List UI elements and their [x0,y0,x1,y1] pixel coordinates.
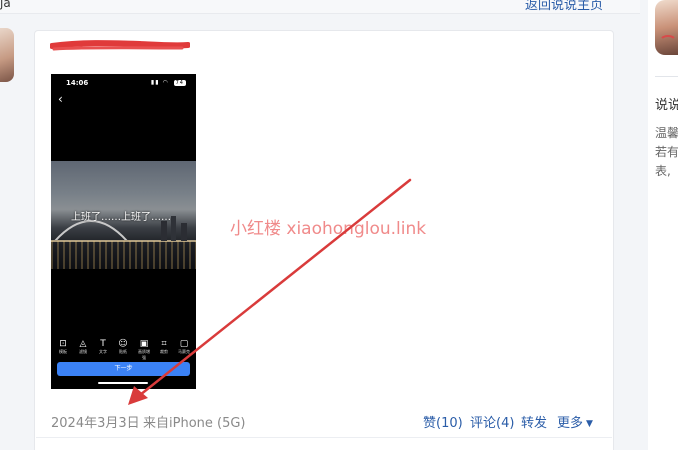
wifi-icon: ◠ [162,79,169,86]
top-left-text: ĵa [0,0,11,10]
caret-down-icon: ▼ [586,419,593,429]
sidebar-divider [655,76,678,77]
text-icon: T [100,339,106,349]
tool-label: 滤镜 [79,349,87,354]
text-tool[interactable]: T 文字 [96,339,110,355]
template-icon: ⊡ [59,339,67,349]
sidebar-notice-line: 若有 [655,145,678,159]
sidebar-panel [648,0,678,450]
tool-label: 马赛克 [178,349,190,354]
chevron-left-icon[interactable]: ‹ [58,92,63,106]
watermark: 小红楼 xiaohonglou.link [230,219,427,239]
enhance-tool[interactable]: ▣ 画质增强 [137,339,151,361]
comment-button[interactable]: 评论(4) [470,412,514,431]
back-to-feed-link[interactable]: 返回说说主页 [525,0,603,13]
sidebar-notice-line: 表, [655,164,671,178]
crop-icon: ⌗ [161,339,167,349]
top-bar: ĵa 返回说说主页 [0,0,640,14]
tool-label: 贴纸 [119,349,127,354]
sidebar-title: 说说 [655,98,678,113]
photo-caption: 上班了……上班了…… [71,212,171,223]
filter-icon: ◬ [79,339,87,349]
city-lights [51,241,196,269]
filter-tool[interactable]: ◬ 滤镜 [76,339,90,355]
sidebar-notice-line: 温馨 [655,126,678,140]
post-image[interactable]: 14:06 ▮▮ ◠ 74 ‹ 上班了……上班了…… ⊡ 模板 ◬ 滤镜 T 文… [51,74,196,389]
mosaic-icon: ▢ [179,339,189,349]
tool-label: 裁剪 [160,349,168,354]
more-button[interactable]: 更多 ▼ [557,412,593,431]
sticker-tool[interactable]: ☺ 贴纸 [116,339,130,355]
status-icons: ▮▮ ◠ 74 [151,79,186,86]
like-button[interactable]: 赞(10) [423,412,463,431]
sticker-icon: ☺ [118,339,128,349]
repost-button[interactable]: 转发 [521,412,547,431]
mosaic-tool[interactable]: ▢ 马赛克 [177,339,191,355]
post-date: 2024年3月3日 [51,416,140,431]
tool-label: 模板 [59,349,67,354]
post-source: 来自iPhone (5G) [143,416,246,431]
tool-label: 文字 [99,349,107,354]
avatar[interactable] [0,28,14,82]
edit-toolbar: ⊡ 模板 ◬ 滤镜 T 文字 ☺ 贴纸 ▣ 画质增强 ⌗ 裁剪 ▢ 马赛克 [51,339,196,361]
template-tool[interactable]: ⊡ 模板 [56,339,70,355]
crop-tool[interactable]: ⌗ 裁剪 [157,339,171,355]
home-indicator [98,382,148,384]
battery-icon: 74 [173,80,186,86]
status-time: 14:06 [66,79,89,87]
next-step-button[interactable]: 下一步 [57,362,190,376]
signal-icon: ▮▮ [150,79,160,86]
bridge-photo: 上班了……上班了…… [51,161,196,269]
more-label: 更多 [557,416,584,431]
enhance-icon: ▣ [139,339,149,349]
redacted-username [50,40,190,51]
card-divider [36,437,612,438]
tool-label: 画质增强 [138,349,150,360]
sidebar-avatar[interactable] [655,0,678,55]
